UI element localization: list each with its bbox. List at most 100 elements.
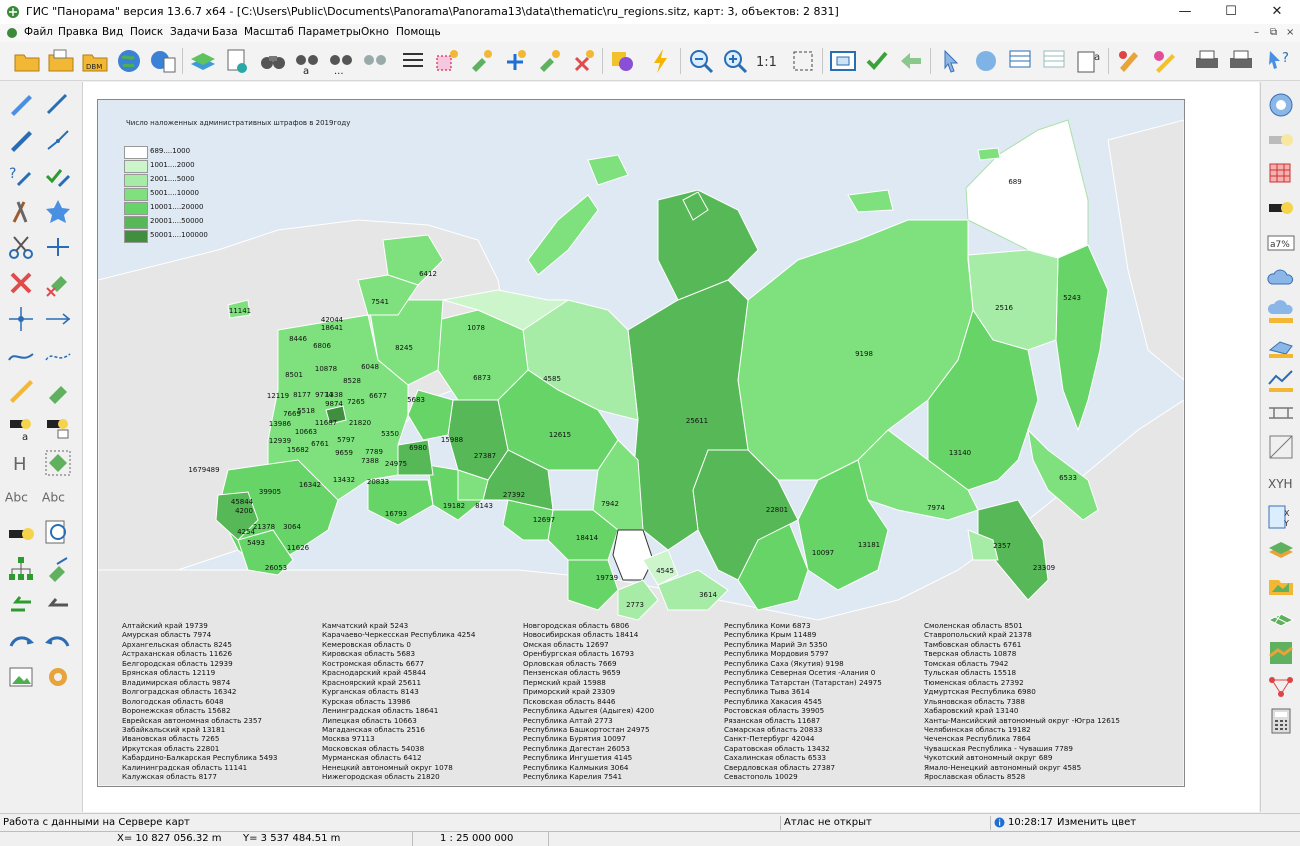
menu-base[interactable]: База	[212, 26, 238, 38]
polyline-edit-icon[interactable]	[43, 124, 73, 154]
binoculars-icon[interactable]	[258, 46, 288, 76]
polygon-measure-icon[interactable]	[1266, 330, 1296, 360]
3d-shapes-icon[interactable]	[608, 46, 638, 76]
curve-tool-icon[interactable]	[6, 340, 36, 370]
undo-object-icon[interactable]	[43, 590, 73, 620]
menu-scale[interactable]: Масштаб	[244, 26, 294, 38]
flashlight-light-icon[interactable]	[1266, 124, 1296, 154]
pencil-icon[interactable]	[6, 88, 36, 118]
menu-params[interactable]: Параметры	[298, 26, 361, 38]
form-text-icon[interactable]: a	[1074, 46, 1104, 76]
print-preview-icon[interactable]	[1226, 46, 1256, 76]
abc-text-alt-icon[interactable]: Abc	[41, 482, 71, 512]
split-tool-icon[interactable]	[43, 232, 73, 262]
cloud-icon[interactable]	[1266, 262, 1296, 292]
check-pencil-icon[interactable]	[43, 160, 73, 190]
diamond-frame-icon[interactable]	[43, 448, 73, 478]
menu-window[interactable]: Окно	[361, 26, 389, 38]
scissors-icon[interactable]	[6, 232, 36, 262]
add-object-icon[interactable]	[534, 46, 564, 76]
doc-icon[interactable]	[6, 27, 18, 39]
palette-icon[interactable]	[1114, 46, 1144, 76]
globe-doc-icon[interactable]	[148, 46, 178, 76]
terrain-layers-icon[interactable]	[1266, 536, 1296, 566]
flashlight-text-icon[interactable]: a	[6, 412, 36, 442]
help-cursor-icon[interactable]: ?	[1264, 46, 1294, 76]
globe-cursor-icon[interactable]	[972, 46, 1002, 76]
print-icon[interactable]	[1192, 46, 1222, 76]
close-button[interactable]: ✕	[1254, 0, 1300, 24]
flashlight-icon[interactable]	[6, 518, 36, 548]
zoom-out-icon[interactable]	[686, 46, 716, 76]
maximize-button[interactable]: ☐	[1208, 0, 1254, 24]
menu-search[interactable]: Поиск	[130, 26, 163, 38]
pencil-edit-icon[interactable]	[6, 124, 36, 154]
undo-arrow-icon[interactable]	[43, 626, 73, 656]
curve-points-icon[interactable]	[43, 340, 73, 370]
target-globe-icon[interactable]	[1266, 90, 1296, 120]
tools-icon[interactable]	[6, 196, 36, 226]
back-arrow-icon[interactable]	[896, 46, 926, 76]
profile-line-icon[interactable]	[1266, 364, 1296, 394]
star-select-icon[interactable]	[43, 196, 73, 226]
menu-tasks[interactable]: Задачи	[170, 26, 210, 38]
delete-object-tool-icon[interactable]	[43, 268, 73, 298]
check-icon[interactable]	[862, 46, 892, 76]
terrain-folder-icon[interactable]	[1266, 570, 1296, 600]
measure-object-icon[interactable]	[43, 376, 73, 406]
redo-arrow-icon[interactable]	[6, 626, 36, 656]
section-icon[interactable]	[1266, 398, 1296, 428]
xy-page-icon[interactable]: XY	[1266, 502, 1296, 532]
terrain-map-icon[interactable]	[1266, 638, 1296, 668]
dbm-icon[interactable]: DBM	[80, 46, 110, 76]
window-frame-icon[interactable]	[828, 46, 858, 76]
layer-settings-icon[interactable]	[222, 46, 252, 76]
mdi-restore-button[interactable]: ⧉	[1270, 27, 1277, 38]
open-folder-icon[interactable]	[12, 46, 42, 76]
picture-icon[interactable]	[6, 662, 36, 692]
list-icon[interactable]	[398, 46, 428, 76]
menu-help[interactable]: Помощь	[396, 26, 441, 38]
percent-text-icon[interactable]: a7%	[1266, 228, 1296, 258]
layers-icon[interactable]	[188, 46, 218, 76]
menu-edit[interactable]: Правка	[58, 26, 98, 38]
delete-x-icon[interactable]	[6, 268, 36, 298]
menu-file[interactable]: Файл	[24, 26, 53, 38]
binoculars-text-icon[interactable]: a	[292, 46, 322, 76]
binoculars-dots-icon[interactable]: ...	[326, 46, 356, 76]
lightning-icon[interactable]	[646, 46, 676, 76]
hierarchy-icon[interactable]	[6, 554, 36, 584]
mdi-close-button[interactable]: ×	[1286, 27, 1294, 38]
minimize-button[interactable]: —	[1162, 0, 1208, 24]
arrow-point-icon[interactable]	[43, 304, 73, 334]
flashlight-dark-icon[interactable]	[1266, 192, 1296, 222]
diagonal-frame-icon[interactable]	[1266, 432, 1296, 462]
gear-icon[interactable]	[43, 662, 73, 692]
add-point-icon[interactable]	[500, 46, 530, 76]
binoculars-light-icon[interactable]	[360, 46, 390, 76]
line-draw-icon[interactable]	[43, 88, 73, 118]
delete-object-icon[interactable]	[568, 46, 598, 76]
calculator-icon[interactable]	[1266, 706, 1296, 736]
cursor-icon[interactable]	[936, 46, 966, 76]
cloud-ruler-icon[interactable]	[1266, 296, 1296, 326]
edit-object-icon[interactable]	[466, 46, 496, 76]
fit-extent-icon[interactable]	[788, 46, 818, 76]
xyh-icon[interactable]: XYH	[1266, 466, 1296, 496]
ruler-icon[interactable]	[6, 376, 36, 406]
zoom-page-icon[interactable]	[43, 518, 73, 548]
open-data-icon[interactable]	[46, 46, 76, 76]
select-object-icon[interactable]	[432, 46, 462, 76]
abc-text-icon[interactable]: Abc	[4, 482, 34, 512]
table-cursor-icon[interactable]	[1006, 46, 1036, 76]
height-h-icon[interactable]: H	[6, 448, 36, 478]
flashlight-grid-icon[interactable]	[43, 412, 73, 442]
objects-merge-icon[interactable]	[43, 554, 73, 584]
undo-move-icon[interactable]	[6, 590, 36, 620]
mdi-minimize-button[interactable]: –	[1254, 27, 1259, 38]
terrain-grid-icon[interactable]	[1266, 604, 1296, 634]
grid-red-icon[interactable]	[1266, 158, 1296, 188]
globe-icon[interactable]	[114, 46, 144, 76]
table-dbm-icon[interactable]	[1040, 46, 1070, 76]
scale-1-1-button[interactable]: 1:1	[754, 46, 784, 76]
